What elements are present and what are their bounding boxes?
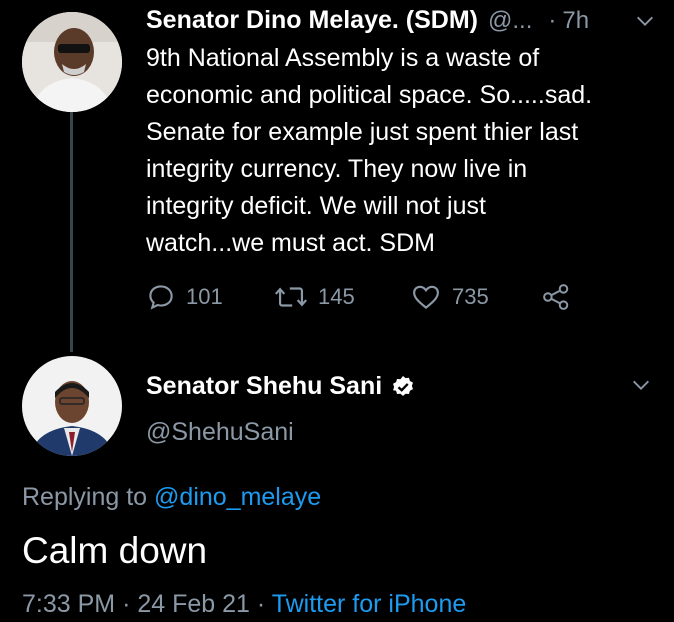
tweet-source-link[interactable]: Twitter for iPhone	[272, 590, 467, 618]
reply-count: 101	[186, 284, 223, 309]
reply-button[interactable]: 101	[146, 282, 223, 312]
reply-tweet-meta: 7:33 PM · 24 Feb 21 · Twitter for iPhone	[22, 590, 466, 619]
reply-tweet-header: Senator Shehu Sani	[146, 372, 416, 401]
reply-tweet-date[interactable]: 24 Feb 21	[137, 590, 250, 618]
parent-tweet-line: integrity deficit. We will not just	[146, 192, 486, 220]
parent-time-separator: ·	[548, 6, 557, 34]
parent-tweet-line: economic and political space. So.....sad…	[146, 81, 593, 109]
parent-tweet-line: watch...we must act. SDM	[146, 229, 435, 257]
reply-tweet-time[interactable]: 7:33 PM	[22, 590, 115, 618]
verified-icon	[393, 375, 414, 396]
meta-separator: ·	[256, 590, 266, 618]
parent-tweet-text: 9th National Assembly is a waste of econ…	[146, 40, 666, 262]
parent-author-avatar[interactable]	[22, 12, 122, 112]
parent-tweet-line: integrity currency. They now live in	[146, 155, 528, 183]
retweet-button[interactable]: 145	[274, 282, 355, 312]
like-count: 735	[452, 284, 489, 309]
parent-tweet-time[interactable]: 7h	[562, 7, 589, 35]
retweet-count: 145	[318, 284, 355, 309]
like-icon	[413, 285, 439, 309]
reply-tweet-text: Calm down	[22, 530, 208, 571]
share-icon	[543, 284, 569, 310]
thread-connector-line	[70, 112, 73, 352]
reply-author-name[interactable]: Senator Shehu Sani	[146, 372, 382, 401]
meta-separator: ·	[122, 590, 131, 618]
parent-tweet-line: 9th National Assembly is a waste of	[146, 44, 540, 72]
parent-tweet-line: Senate for example just spent thier last	[146, 118, 579, 146]
like-button[interactable]: 735	[410, 282, 489, 312]
reply-author-avatar[interactable]	[22, 356, 122, 456]
share-button[interactable]	[540, 282, 572, 317]
replying-to-line: Replying to @dino_melaye	[22, 483, 321, 512]
parent-author-name[interactable]: Senator Dino Melaye. (SDM)	[146, 6, 478, 35]
replying-to-label: Replying to	[22, 483, 148, 511]
parent-chevron-down-icon[interactable]	[634, 10, 656, 37]
retweet-icon	[274, 287, 308, 307]
reply-author-handle[interactable]: @ShehuSani	[146, 418, 294, 447]
replying-to-link[interactable]: @dino_melaye	[154, 483, 321, 511]
reply-icon	[149, 285, 173, 310]
parent-author-handle[interactable]: @...	[488, 7, 532, 35]
reply-chevron-down-icon[interactable]	[630, 374, 652, 401]
parent-tweet-header: Senator Dino Melaye. (SDM) @... · 7h	[146, 6, 666, 35]
